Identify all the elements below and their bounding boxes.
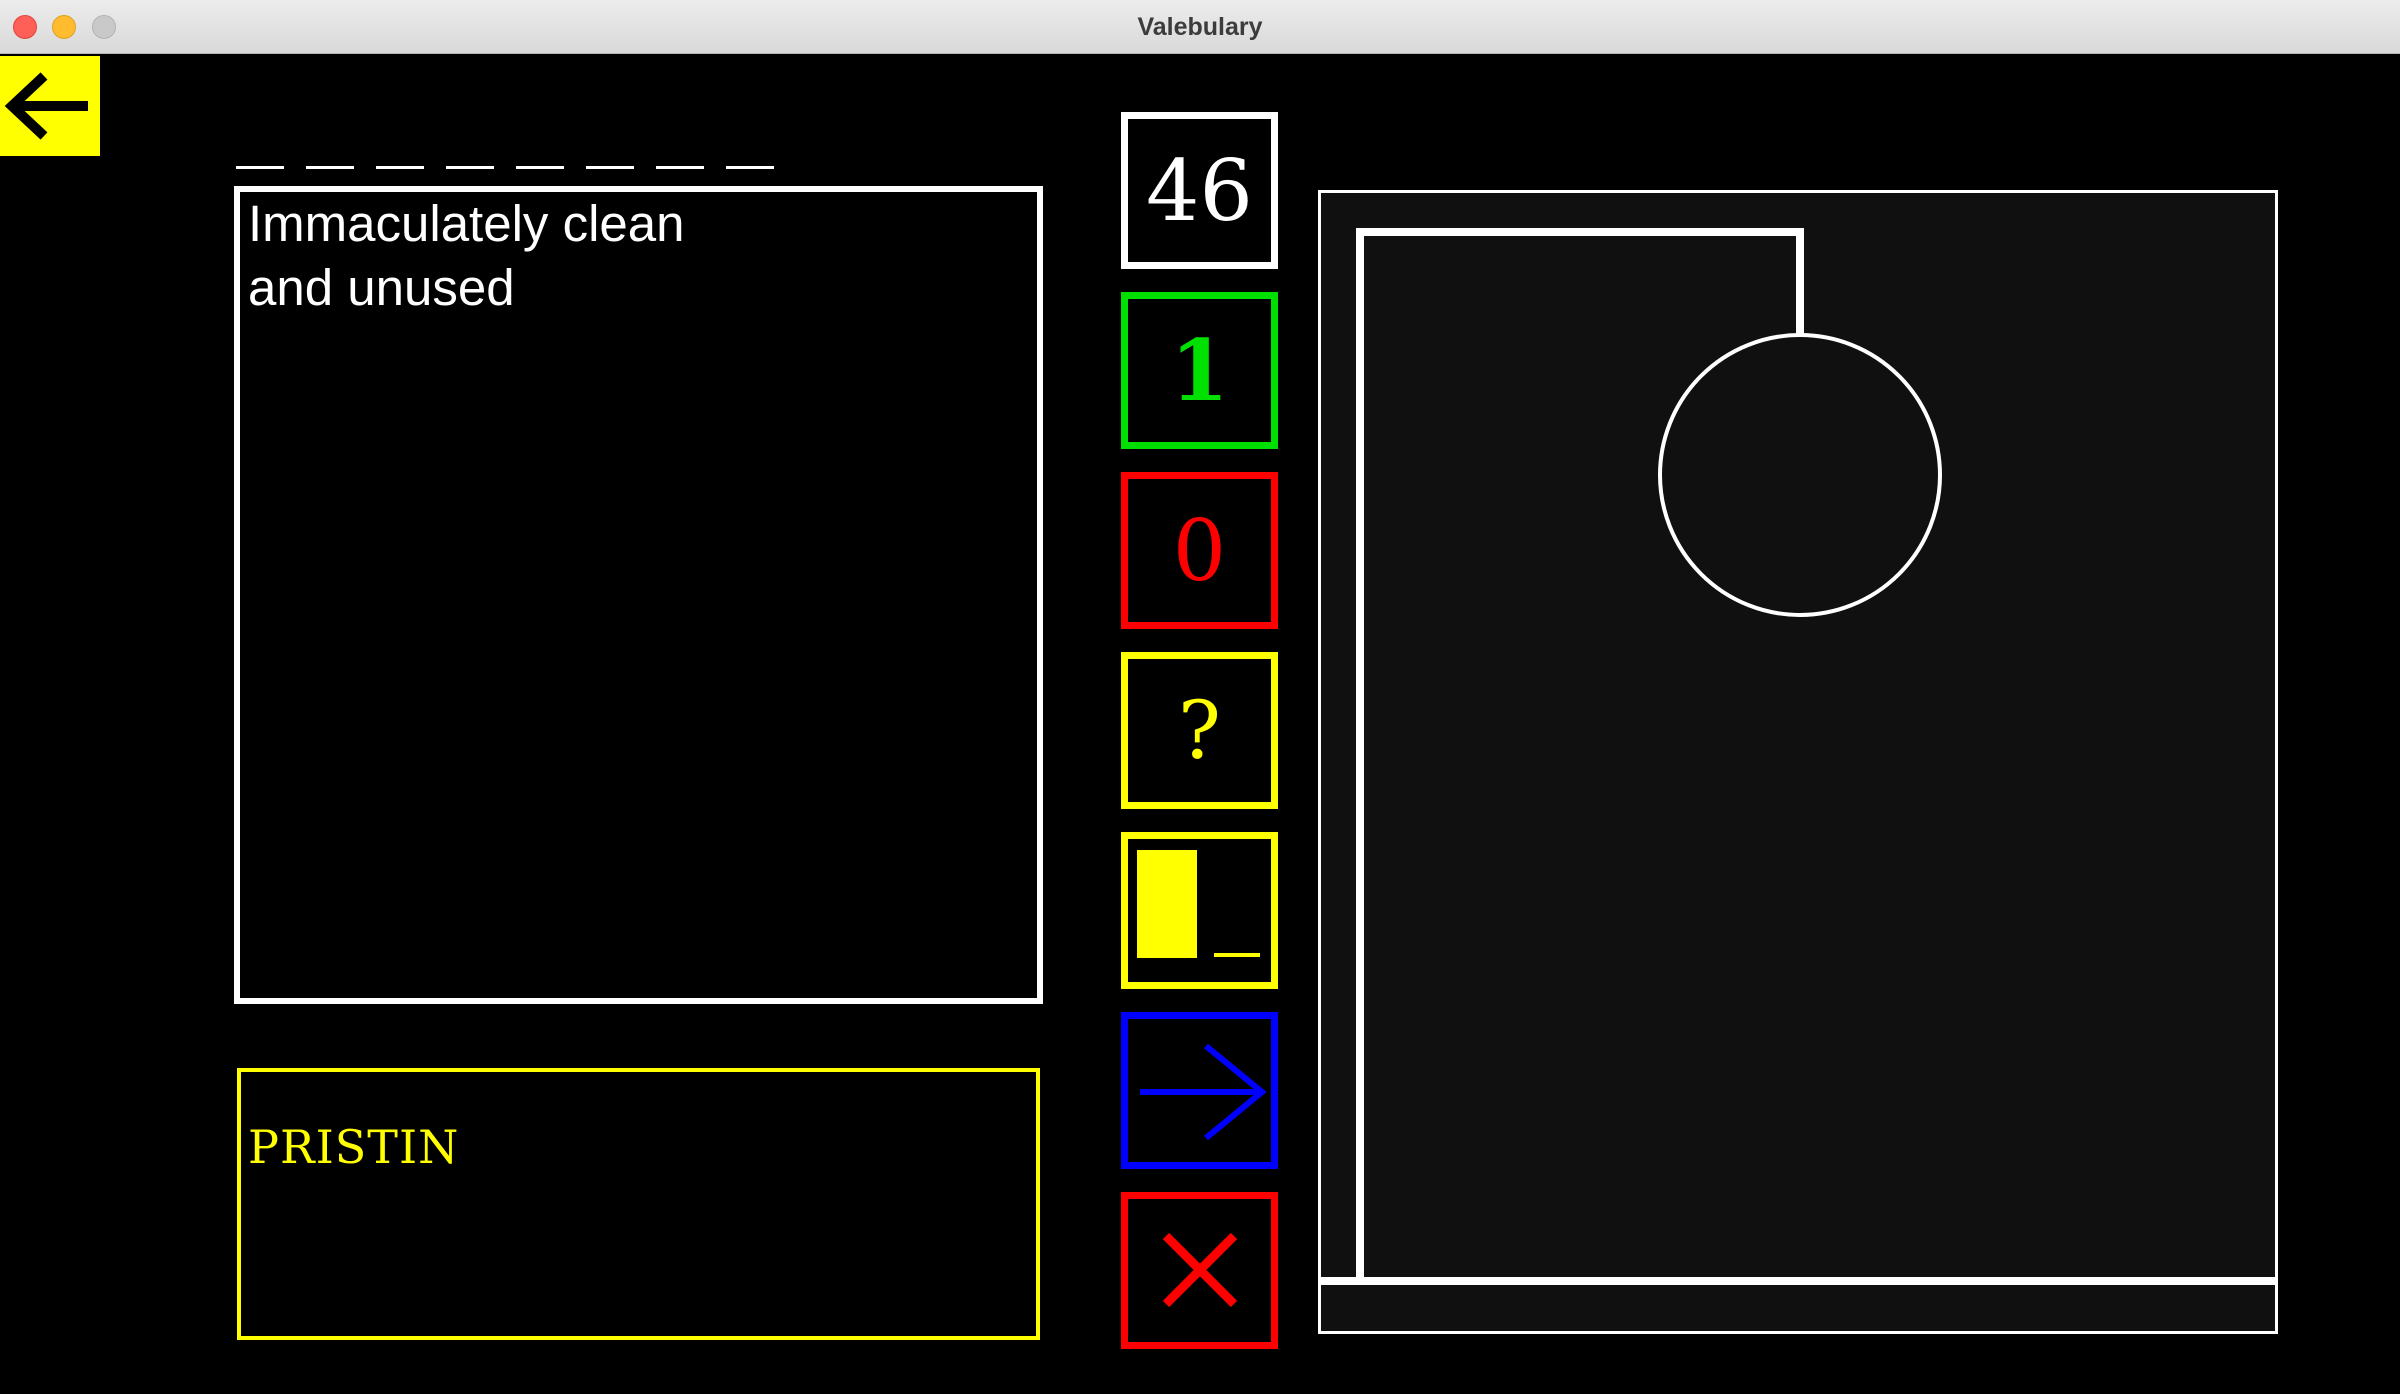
letter-slot	[376, 166, 424, 169]
gallows-base	[1321, 1277, 2275, 1285]
gallows-rope	[1796, 228, 1804, 335]
letter-slot	[516, 166, 564, 169]
window-titlebar: Valebulary	[0, 0, 2400, 54]
hangman-panel	[1318, 190, 2278, 1334]
clue-text: Immaculately clean and unused	[248, 195, 685, 316]
score-display: 46	[1121, 112, 1278, 269]
next-word-button[interactable]	[1121, 1012, 1278, 1169]
back-button[interactable]	[0, 56, 100, 156]
gallows-post	[1356, 228, 1364, 1280]
gallows-beam	[1356, 228, 1799, 236]
window-title: Valebulary	[1137, 13, 1263, 41]
letter-slot	[726, 166, 774, 169]
letter-slot	[656, 166, 704, 169]
hangman-head	[1658, 333, 1942, 617]
reveal-letter-button[interactable]	[1121, 832, 1278, 989]
hangman-drawing	[1321, 228, 2275, 1285]
quit-button[interactable]	[1121, 1192, 1278, 1349]
wrong-count: 0	[1121, 472, 1278, 629]
letter-slots	[236, 152, 796, 172]
hint-button[interactable]: ?	[1121, 652, 1278, 809]
guess-input-box[interactable]	[237, 1068, 1040, 1340]
letter-slot	[586, 166, 634, 169]
letter-slot	[236, 166, 284, 169]
letter-slot	[306, 166, 354, 169]
arrow-left-icon	[4, 72, 88, 140]
close-icon	[1162, 1232, 1238, 1308]
reveal-letter-icon	[1137, 850, 1260, 958]
correct-count: 1	[1121, 292, 1278, 449]
arrow-right-icon	[1140, 1043, 1267, 1141]
letter-slot	[446, 166, 494, 169]
guess-text: PRISTIN	[248, 1120, 460, 1174]
